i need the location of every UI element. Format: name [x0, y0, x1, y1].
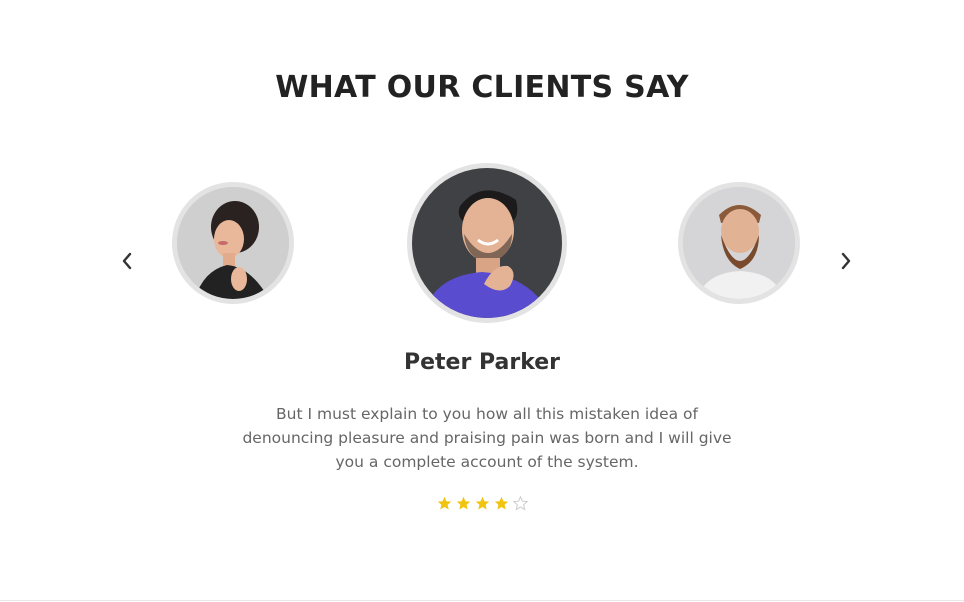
star-filled-icon	[475, 496, 489, 510]
star-rating	[0, 496, 964, 511]
star-filled-icon	[456, 496, 470, 510]
client-photo-bearded-man	[683, 187, 795, 299]
client-avatar-left[interactable]	[172, 182, 294, 304]
client-avatar-right[interactable]	[678, 182, 800, 304]
star-filled-icon	[494, 496, 508, 510]
star-filled-icon	[437, 496, 451, 510]
testimonials-section: WHAT OUR CLIENTS SAY Peter Parker But I …	[0, 0, 964, 602]
client-photo-man-smiling	[412, 168, 562, 318]
star-empty-icon	[512, 496, 528, 511]
chevron-right-icon	[841, 252, 851, 270]
chevron-left-icon	[122, 252, 132, 270]
section-divider	[0, 600, 964, 601]
client-name: Peter Parker	[403, 350, 561, 375]
section-title: WHAT OUR CLIENTS SAY	[275, 70, 689, 105]
carousel-prev-button[interactable]	[112, 246, 142, 276]
client-photo-woman	[177, 187, 289, 299]
client-avatar-center[interactable]	[407, 163, 567, 323]
carousel-next-button[interactable]	[831, 246, 861, 276]
testimonial-quote: But I must explain to you how all this m…	[242, 405, 732, 471]
